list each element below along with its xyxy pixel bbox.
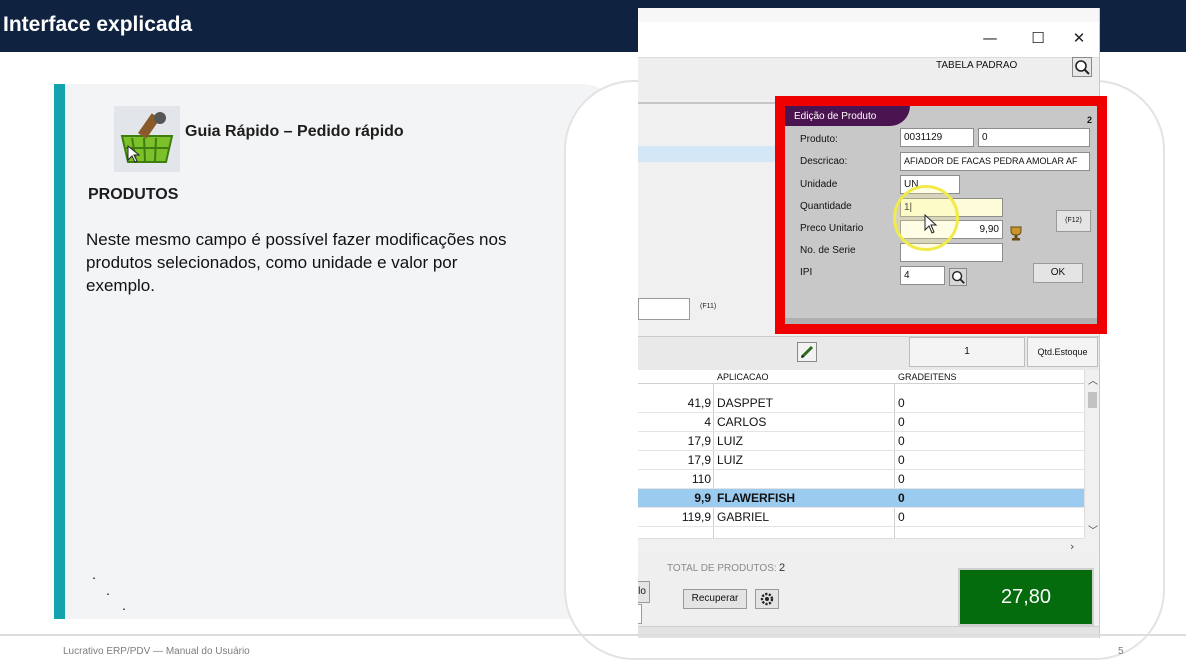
row-grade: 0	[898, 472, 905, 486]
shopping-basket-icon	[114, 106, 180, 172]
magnifier-icon	[1075, 60, 1090, 75]
edit-button[interactable]	[797, 342, 817, 362]
footer-text: Lucrativo ERP/PDV — Manual do Usuário	[63, 646, 250, 657]
price-history-button[interactable]	[1007, 224, 1025, 242]
trophy-icon	[1010, 226, 1022, 241]
table-row[interactable]: 17,9 LUIZ 0	[638, 432, 1084, 451]
row-grade: 0	[898, 434, 905, 448]
slide: Interface explicada Guia Rápido – Pedido…	[0, 0, 1186, 669]
recuperar-button[interactable]: Recuperar	[683, 589, 747, 609]
table-row[interactable]: 119,9 GABRIEL 0	[638, 508, 1084, 527]
row-value: 110	[691, 472, 711, 486]
slide-title: Interface explicada	[3, 13, 193, 36]
ok-button[interactable]: OK	[1033, 263, 1083, 283]
partial-left-button[interactable]: lo	[638, 581, 650, 603]
dialog-header: Edição de Produto	[785, 106, 910, 126]
total-products-label: TOTAL DE PRODUTOS:	[667, 563, 777, 574]
f12-button[interactable]: (F12)	[1056, 210, 1091, 232]
dialog-number: 2	[1087, 115, 1093, 125]
row-grade: 0	[898, 510, 905, 524]
close-button[interactable]: ✕	[1059, 22, 1099, 58]
magnifier-icon	[951, 270, 965, 284]
row-value: 17,9	[687, 434, 711, 448]
toolbar	[638, 58, 1099, 100]
row-value: 17,9	[687, 453, 711, 467]
bottom-panel: TOTAL DE PRODUTOS: 2 lo Recuperar 27,80	[638, 554, 1099, 638]
qtd-estoque-label: Qtd.Estoque	[1027, 337, 1098, 367]
row-value: 41,9	[687, 396, 711, 410]
produto-label: Produto:	[800, 134, 838, 145]
window-titlebar: — ☐ ✕	[638, 22, 1099, 58]
serie-label: No. de Serie	[800, 245, 856, 256]
preco-label: Preco Unitario	[800, 223, 864, 234]
quantidade-label: Quantidade	[800, 201, 852, 212]
guide-title: Guia Rápido – Pedido rápido	[185, 123, 404, 140]
section-body: Neste mesmo campo é possível fazer modif…	[86, 230, 507, 295]
table-row-selected[interactable]: 9,9 FLAWERFISH 0	[638, 489, 1084, 508]
footer-divider	[0, 634, 1186, 636]
produto-code-field[interactable]: 0031129	[900, 128, 974, 147]
partial-left-field[interactable]	[638, 604, 642, 624]
order-total: 27,80	[958, 568, 1094, 626]
horizontal-scrollbar[interactable]: ›	[638, 538, 1084, 554]
bullet-dot: .	[106, 582, 110, 598]
products-grid: APLICACAO GRADEITENS 41,9 DASPPET 0 4 CA…	[638, 370, 1084, 538]
gear-icon	[760, 592, 774, 606]
row-aplicacao: LUIZ	[717, 434, 744, 448]
produto-sub-field[interactable]: 0	[978, 128, 1090, 147]
row-value: 9,9	[694, 491, 711, 505]
maximize-button[interactable]: ☐	[1018, 22, 1058, 58]
descricao-field[interactable]: AFIADOR DE FACAS PEDRA AMOLAR AF	[900, 152, 1090, 171]
window-top-strip	[638, 8, 1099, 22]
column-header-aplicacao: APLICACAO	[717, 372, 769, 382]
table-row[interactable]: 41,9 DASPPET 0	[638, 394, 1084, 413]
ipi-search-button[interactable]	[949, 268, 967, 286]
bullet-dot: .	[122, 597, 126, 613]
table-row[interactable]: 17,9 LUIZ 0	[638, 451, 1084, 470]
row-grade: 0	[898, 453, 905, 467]
table-row[interactable]: 110 0	[638, 470, 1084, 489]
row-value: 4	[704, 415, 711, 429]
minimize-button[interactable]: —	[970, 22, 1010, 58]
column-header-gradeitens: GRADEITENS	[898, 372, 957, 382]
bullet-dot: .	[92, 566, 96, 582]
section-heading: PRODUTOS	[88, 186, 179, 203]
row-grade: 0	[898, 396, 905, 410]
grid-header: APLICACAO GRADEITENS	[638, 370, 1084, 384]
price-table-search-button[interactable]	[1072, 57, 1092, 77]
row-aplicacao: GABRIEL	[717, 510, 770, 524]
table-row[interactable]: 4 CARLOS 0	[638, 413, 1084, 432]
dialog-title: Edição de Produto	[794, 111, 877, 122]
selection-strip	[638, 146, 778, 162]
row-aplicacao: DASPPET	[717, 396, 774, 410]
count-field: 1	[909, 337, 1025, 367]
accent-bar	[54, 84, 65, 619]
ipi-field[interactable]: 4	[900, 266, 945, 285]
row-grade: 0	[898, 415, 905, 429]
scroll-down-icon[interactable]: ﹀	[1088, 522, 1098, 537]
pencil-icon	[800, 345, 814, 359]
scroll-thumb[interactable]	[1088, 392, 1097, 408]
unidade-label: Unidade	[800, 179, 838, 190]
row-aplicacao: LUIZ	[717, 453, 744, 467]
mouse-cursor-icon	[924, 214, 938, 234]
row-aplicacao: CARLOS	[717, 415, 767, 429]
page-number: 5	[1118, 646, 1124, 657]
dialog-bottom-bar	[785, 318, 1097, 324]
settings-button[interactable]	[755, 589, 779, 609]
descricao-label: Descricao:	[800, 156, 848, 167]
vertical-scrollbar[interactable]: ︿ ﹀	[1084, 370, 1099, 538]
scroll-right-icon[interactable]: ›	[1070, 540, 1074, 553]
scroll-up-icon[interactable]: ︿	[1088, 372, 1098, 387]
row-grade: 0	[898, 491, 905, 505]
row-value: 119,9	[681, 510, 711, 524]
tabela-padrao-label: TABELA PADRAO	[936, 60, 1018, 71]
row-aplicacao: FLAWERFISH	[717, 491, 795, 505]
total-products-value: 2	[779, 562, 786, 574]
f11-label: (F11)	[700, 303, 717, 310]
status-strip	[638, 626, 1099, 638]
ipi-label: IPI	[800, 267, 813, 278]
search-field[interactable]	[638, 298, 690, 320]
